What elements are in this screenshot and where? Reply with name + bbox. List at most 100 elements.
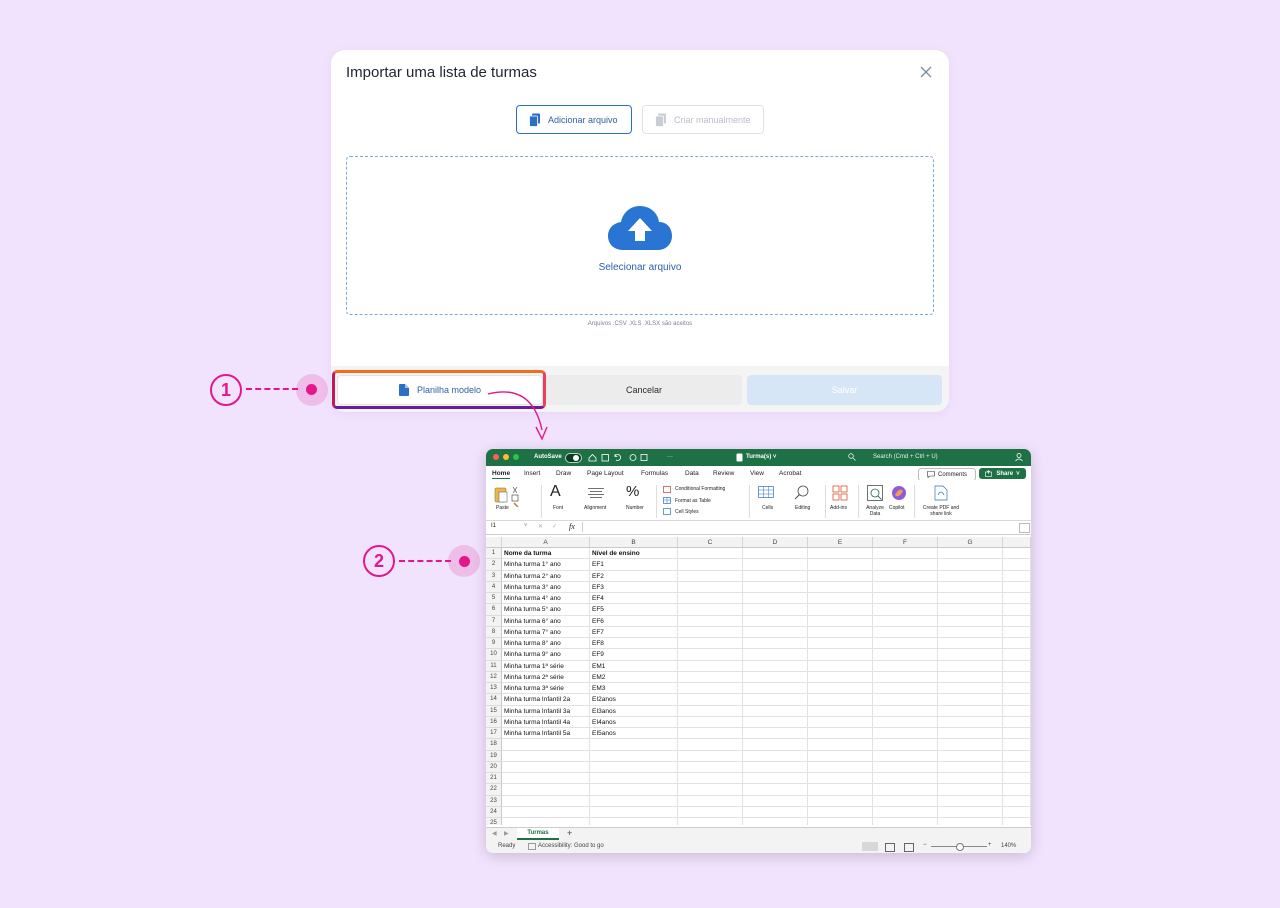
add-sheet-button[interactable]: + — [567, 828, 572, 838]
table-cell[interactable]: EI4anos — [590, 716, 678, 728]
zoom-slider-handle[interactable] — [956, 843, 964, 851]
table-cell[interactable] — [938, 773, 1003, 785]
table-cell[interactable] — [743, 806, 808, 818]
row-header[interactable]: 18 — [486, 739, 502, 751]
table-cell[interactable] — [1003, 638, 1031, 650]
row-header[interactable]: 9 — [486, 638, 502, 650]
column-header[interactable]: A — [502, 537, 590, 548]
formula-input[interactable] — [582, 522, 1017, 532]
page-break-view-icon[interactable] — [904, 843, 914, 852]
table-cell[interactable] — [873, 818, 938, 825]
table-cell[interactable] — [1003, 671, 1031, 683]
row-header[interactable]: 3 — [486, 570, 502, 582]
row-header[interactable]: 15 — [486, 705, 502, 717]
table-cell[interactable] — [873, 559, 938, 571]
table-cell[interactable] — [873, 649, 938, 661]
table-cell[interactable] — [808, 570, 873, 582]
table-cell[interactable] — [678, 806, 743, 818]
cell-styles-button[interactable]: Cell Styles — [675, 509, 699, 515]
table-cell[interactable] — [938, 705, 1003, 717]
table-cell[interactable] — [743, 548, 808, 560]
table-cell[interactable] — [1003, 660, 1031, 672]
close-window-button[interactable] — [493, 454, 499, 460]
table-cell[interactable] — [590, 818, 678, 825]
table-cell[interactable]: Minha turma 9° ano — [502, 649, 590, 661]
table-cell[interactable] — [743, 604, 808, 616]
file-name[interactable]: Turma(s) ˅ — [746, 454, 776, 460]
table-cell[interactable] — [678, 694, 743, 706]
table-cell[interactable] — [938, 615, 1003, 627]
table-cell[interactable] — [678, 683, 743, 695]
table-cell[interactable] — [873, 593, 938, 605]
column-header[interactable]: B — [590, 537, 678, 548]
paste-icon[interactable] — [493, 485, 525, 507]
table-cell[interactable] — [743, 694, 808, 706]
table-cell[interactable] — [938, 570, 1003, 582]
table-cell[interactable] — [808, 559, 873, 571]
table-cell[interactable] — [678, 660, 743, 672]
table-cell[interactable]: EI3anos — [590, 705, 678, 717]
table-cell[interactable] — [743, 671, 808, 683]
autosave-toggle[interactable] — [565, 453, 582, 463]
table-cell[interactable] — [808, 818, 873, 825]
table-cell[interactable] — [678, 604, 743, 616]
add-ins-icon[interactable] — [832, 485, 848, 501]
chevron-down-icon[interactable]: ˅ — [524, 523, 528, 529]
table-cell[interactable] — [938, 818, 1003, 825]
table-cell[interactable] — [808, 671, 873, 683]
table-cell[interactable] — [808, 649, 873, 661]
prev-sheet-icon[interactable]: ◀ — [492, 830, 497, 837]
table-cell[interactable] — [502, 806, 590, 818]
table-cell[interactable] — [743, 750, 808, 762]
table-cell[interactable] — [938, 694, 1003, 706]
table-cell[interactable] — [678, 739, 743, 751]
table-cell[interactable] — [808, 761, 873, 773]
page-layout-view-icon[interactable] — [885, 843, 895, 852]
zoom-in-icon[interactable]: + — [988, 842, 992, 848]
table-cell[interactable] — [743, 626, 808, 638]
table-cell[interactable] — [590, 795, 678, 807]
table-cell[interactable] — [743, 705, 808, 717]
row-header[interactable]: 6 — [486, 604, 502, 616]
table-cell[interactable] — [678, 761, 743, 773]
table-cell[interactable] — [590, 784, 678, 796]
table-cell[interactable] — [678, 750, 743, 762]
table-cell[interactable] — [1003, 795, 1031, 807]
table-cell[interactable] — [1003, 773, 1031, 785]
table-cell[interactable] — [678, 626, 743, 638]
table-cell[interactable] — [743, 660, 808, 672]
table-cell[interactable] — [1003, 806, 1031, 818]
table-cell[interactable]: Minha turma 5° ano — [502, 604, 590, 616]
add-file-tab[interactable]: Adicionar arquivo — [516, 105, 632, 134]
normal-view-icon[interactable] — [862, 842, 878, 851]
next-sheet-icon[interactable]: ▶ — [504, 830, 509, 837]
table-cell[interactable] — [743, 818, 808, 825]
table-cell[interactable]: EF6 — [590, 615, 678, 627]
column-header[interactable]: C — [678, 537, 743, 548]
table-cell[interactable] — [873, 615, 938, 627]
table-cell[interactable]: EF1 — [590, 559, 678, 571]
table-cell[interactable] — [678, 705, 743, 717]
table-cell[interactable]: EF7 — [590, 626, 678, 638]
column-header[interactable]: F — [873, 537, 938, 548]
font-icon[interactable]: A — [550, 483, 561, 501]
tab-acrobat[interactable]: Acrobat — [779, 470, 801, 477]
table-cell[interactable] — [808, 716, 873, 728]
table-cell[interactable] — [1003, 739, 1031, 751]
tab-review[interactable]: Review — [713, 470, 734, 477]
tab-insert[interactable]: Insert — [524, 470, 540, 477]
row-header[interactable]: 12 — [486, 671, 502, 683]
confirm-entry-icon[interactable]: ✓ — [552, 523, 557, 530]
table-cell[interactable] — [873, 750, 938, 762]
table-cell[interactable] — [1003, 548, 1031, 560]
table-cell[interactable] — [678, 638, 743, 650]
table-cell[interactable] — [938, 784, 1003, 796]
table-cell[interactable]: Minha turma 3° ano — [502, 581, 590, 593]
table-cell[interactable] — [873, 716, 938, 728]
table-cell[interactable] — [808, 638, 873, 650]
format-as-table-button[interactable]: Format as Table — [675, 498, 711, 504]
table-cell[interactable] — [808, 581, 873, 593]
table-cell[interactable] — [1003, 581, 1031, 593]
table-cell[interactable] — [678, 784, 743, 796]
table-cell[interactable] — [1003, 705, 1031, 717]
